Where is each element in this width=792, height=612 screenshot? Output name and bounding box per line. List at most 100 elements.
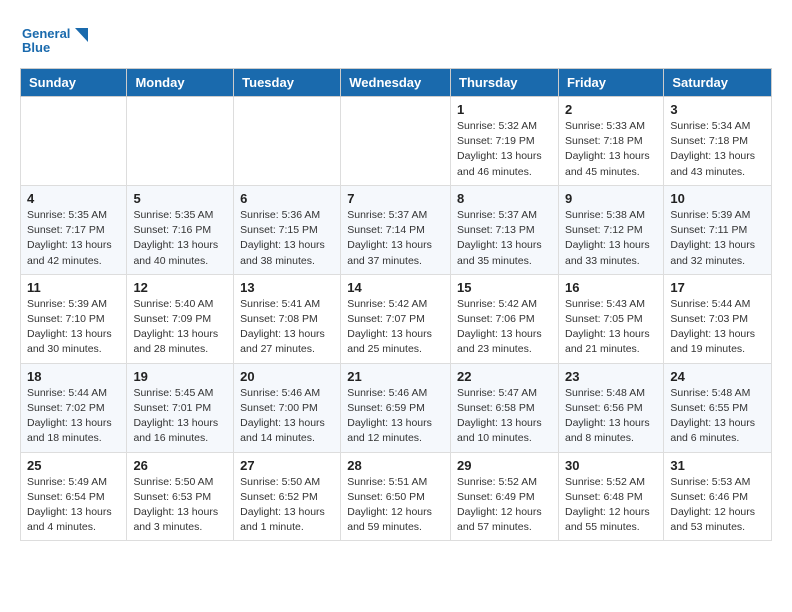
day-number: 11: [27, 280, 120, 295]
day-number: 25: [27, 458, 120, 473]
weekday-header-friday: Friday: [558, 69, 663, 97]
day-number: 22: [457, 369, 552, 384]
calendar-cell: 26Sunrise: 5:50 AM Sunset: 6:53 PM Dayli…: [127, 452, 234, 541]
day-info: Sunrise: 5:42 AM Sunset: 7:06 PM Dayligh…: [457, 297, 552, 358]
weekday-header-monday: Monday: [127, 69, 234, 97]
calendar-cell: 30 Sunrise: 5:52 AM Sunset: 6:48 PM Dayli…: [558, 452, 663, 541]
day-info: Sunrise: 5:37 AM Sunset: 7:14 PM Dayligh…: [347, 208, 444, 269]
calendar-cell: 29 Sunrise: 5:52 AM Sunset: 6:49 PM Dayli…: [451, 452, 559, 541]
day-number: 5: [133, 191, 227, 206]
calendar-cell: 16 Sunrise: 5:43 AM Sunset: 7:05 PM Dayli…: [558, 274, 663, 363]
day-info: Sunrise: 5:40 AM Sunset: 7:09 PM Dayligh…: [133, 297, 227, 358]
week-row-1: 1 Sunrise: 5:32 AM Sunset: 7:19 PM Daylig…: [21, 97, 772, 186]
day-info: Sunrise: 5:44 AM Sunset: 7:02 PM Dayligh…: [27, 386, 120, 447]
day-number: 21: [347, 369, 444, 384]
day-number: 18: [27, 369, 120, 384]
calendar-cell: 10 Sunrise: 5:39 AM Sunset: 7:11 PM Dayli…: [664, 185, 772, 274]
day-number: 7: [347, 191, 444, 206]
day-info: Sunrise: 5:39 AM Sunset: 7:11 PM Dayligh…: [670, 208, 765, 269]
day-info: Sunrise: 5:35 AM Sunset: 7:17 PM Dayligh…: [27, 208, 120, 269]
day-number: 31: [670, 458, 765, 473]
day-info: Sunrise: 5:49 AM Sunset: 6:54 PM Dayligh…: [27, 475, 120, 536]
calendar-cell: 7 Sunrise: 5:37 AM Sunset: 7:14 PM Daylig…: [341, 185, 451, 274]
calendar-cell: 11Sunrise: 5:39 AM Sunset: 7:10 PM Dayli…: [21, 274, 127, 363]
weekday-header-saturday: Saturday: [664, 69, 772, 97]
day-number: 27: [240, 458, 334, 473]
calendar-cell: 21 Sunrise: 5:46 AM Sunset: 6:59 PM Dayli…: [341, 363, 451, 452]
day-number: 6: [240, 191, 334, 206]
weekday-header-tuesday: Tuesday: [234, 69, 341, 97]
svg-text:Blue: Blue: [22, 40, 50, 55]
day-number: 13: [240, 280, 334, 295]
calendar-cell: 6 Sunrise: 5:36 AM Sunset: 7:15 PM Daylig…: [234, 185, 341, 274]
day-info: Sunrise: 5:33 AM Sunset: 7:18 PM Dayligh…: [565, 119, 657, 180]
day-info: Sunrise: 5:53 AM Sunset: 6:46 PM Dayligh…: [670, 475, 765, 536]
calendar-cell: 8Sunrise: 5:37 AM Sunset: 7:13 PM Daylig…: [451, 185, 559, 274]
weekday-header-sunday: Sunday: [21, 69, 127, 97]
day-number: 14: [347, 280, 444, 295]
day-number: 8: [457, 191, 552, 206]
calendar-cell: 12 Sunrise: 5:40 AM Sunset: 7:09 PM Dayli…: [127, 274, 234, 363]
day-info: Sunrise: 5:48 AM Sunset: 6:56 PM Dayligh…: [565, 386, 657, 447]
day-number: 24: [670, 369, 765, 384]
day-number: 10: [670, 191, 765, 206]
day-number: 12: [133, 280, 227, 295]
day-number: 20: [240, 369, 334, 384]
day-info: Sunrise: 5:47 AM Sunset: 6:58 PM Dayligh…: [457, 386, 552, 447]
calendar-cell: 19 Sunrise: 5:45 AM Sunset: 7:01 PM Dayli…: [127, 363, 234, 452]
calendar-cell: 23 Sunrise: 5:48 AM Sunset: 6:56 PM Dayli…: [558, 363, 663, 452]
day-number: 30: [565, 458, 657, 473]
day-info: Sunrise: 5:44 AM Sunset: 7:03 PM Dayligh…: [670, 297, 765, 358]
svg-text:General: General: [22, 26, 70, 41]
calendar-cell: 31 Sunrise: 5:53 AM Sunset: 6:46 PM Dayli…: [664, 452, 772, 541]
day-info: Sunrise: 5:43 AM Sunset: 7:05 PM Dayligh…: [565, 297, 657, 358]
day-info: Sunrise: 5:51 AM Sunset: 6:50 PM Dayligh…: [347, 475, 444, 536]
calendar-cell: 28 Sunrise: 5:51 AM Sunset: 6:50 PM Dayli…: [341, 452, 451, 541]
calendar-table: SundayMondayTuesdayWednesdayThursdayFrid…: [20, 68, 772, 541]
calendar-cell: 5Sunrise: 5:35 AM Sunset: 7:16 PM Daylig…: [127, 185, 234, 274]
week-row-3: 11Sunrise: 5:39 AM Sunset: 7:10 PM Dayli…: [21, 274, 772, 363]
calendar-cell: 20 Sunrise: 5:46 AM Sunset: 7:00 PM Dayli…: [234, 363, 341, 452]
day-number: 29: [457, 458, 552, 473]
day-info: Sunrise: 5:50 AM Sunset: 6:53 PM Dayligh…: [133, 475, 227, 536]
calendar-cell: [234, 97, 341, 186]
day-info: Sunrise: 5:48 AM Sunset: 6:55 PM Dayligh…: [670, 386, 765, 447]
day-number: 1: [457, 102, 552, 117]
day-number: 19: [133, 369, 227, 384]
calendar-cell: 25 Sunrise: 5:49 AM Sunset: 6:54 PM Dayli…: [21, 452, 127, 541]
calendar-cell: 13 Sunrise: 5:41 AM Sunset: 7:08 PM Dayli…: [234, 274, 341, 363]
calendar-cell: 18 Sunrise: 5:44 AM Sunset: 7:02 PM Dayli…: [21, 363, 127, 452]
day-info: Sunrise: 5:45 AM Sunset: 7:01 PM Dayligh…: [133, 386, 227, 447]
day-info: Sunrise: 5:36 AM Sunset: 7:15 PM Dayligh…: [240, 208, 334, 269]
day-number: 3: [670, 102, 765, 117]
calendar-cell: [341, 97, 451, 186]
calendar-cell: 2 Sunrise: 5:33 AM Sunset: 7:18 PM Daylig…: [558, 97, 663, 186]
calendar-cell: 17Sunrise: 5:44 AM Sunset: 7:03 PM Dayli…: [664, 274, 772, 363]
calendar-cell: 1 Sunrise: 5:32 AM Sunset: 7:19 PM Daylig…: [451, 97, 559, 186]
day-info: Sunrise: 5:41 AM Sunset: 7:08 PM Dayligh…: [240, 297, 334, 358]
calendar-cell: 14Sunrise: 5:42 AM Sunset: 7:07 PM Dayli…: [341, 274, 451, 363]
day-number: 28: [347, 458, 444, 473]
calendar-cell: 22 Sunrise: 5:47 AM Sunset: 6:58 PM Dayli…: [451, 363, 559, 452]
calendar-cell: 27 Sunrise: 5:50 AM Sunset: 6:52 PM Dayli…: [234, 452, 341, 541]
day-number: 2: [565, 102, 657, 117]
calendar-cell: 9Sunrise: 5:38 AM Sunset: 7:12 PM Daylig…: [558, 185, 663, 274]
day-info: Sunrise: 5:38 AM Sunset: 7:12 PM Dayligh…: [565, 208, 657, 269]
day-info: Sunrise: 5:46 AM Sunset: 6:59 PM Dayligh…: [347, 386, 444, 447]
week-row-4: 18 Sunrise: 5:44 AM Sunset: 7:02 PM Dayli…: [21, 363, 772, 452]
weekday-header-wednesday: Wednesday: [341, 69, 451, 97]
week-row-2: 4Sunrise: 5:35 AM Sunset: 7:17 PM Daylig…: [21, 185, 772, 274]
day-number: 15: [457, 280, 552, 295]
day-info: Sunrise: 5:52 AM Sunset: 6:49 PM Dayligh…: [457, 475, 552, 536]
header: General Blue: [20, 20, 772, 60]
day-info: Sunrise: 5:32 AM Sunset: 7:19 PM Dayligh…: [457, 119, 552, 180]
day-info: Sunrise: 5:46 AM Sunset: 7:00 PM Dayligh…: [240, 386, 334, 447]
day-info: Sunrise: 5:50 AM Sunset: 6:52 PM Dayligh…: [240, 475, 334, 536]
day-number: 16: [565, 280, 657, 295]
day-number: 23: [565, 369, 657, 384]
calendar-cell: [127, 97, 234, 186]
calendar-cell: 24 Sunrise: 5:48 AM Sunset: 6:55 PM Dayli…: [664, 363, 772, 452]
calendar-cell: [21, 97, 127, 186]
day-info: Sunrise: 5:52 AM Sunset: 6:48 PM Dayligh…: [565, 475, 657, 536]
weekday-header-row: SundayMondayTuesdayWednesdayThursdayFrid…: [21, 69, 772, 97]
